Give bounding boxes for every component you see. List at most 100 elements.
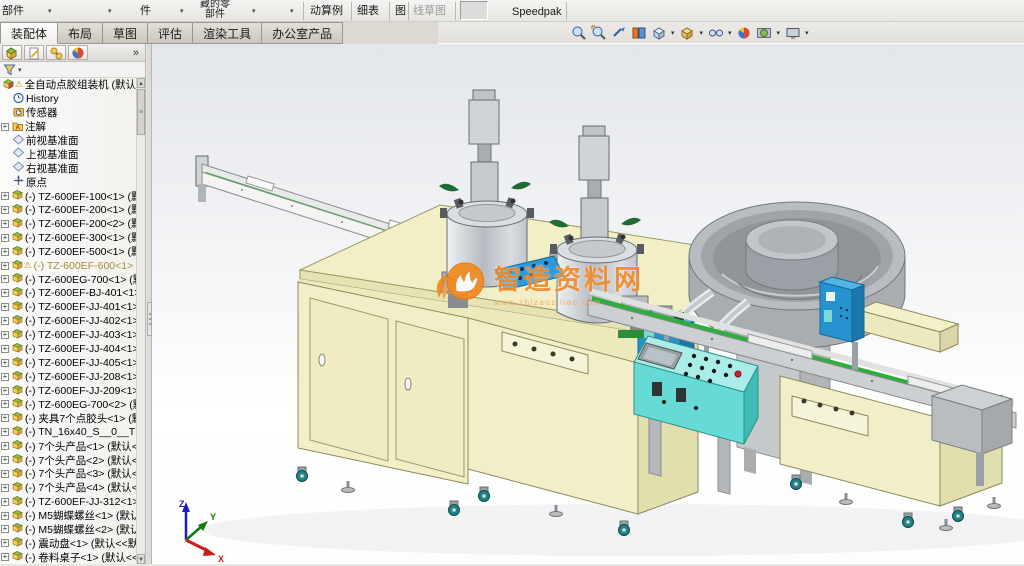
view-settings-icon[interactable] xyxy=(784,25,801,42)
tree-item[interactable]: +(-) TZ-600EF-JJ-402<1> xyxy=(0,314,136,328)
tree-item[interactable]: +(-) TN_16x40_S__0__TN-1 xyxy=(0,425,136,439)
tree-root-item[interactable]: ⚠全自动点胶组装机 (默认< xyxy=(0,78,136,92)
toolbar-button-label[interactable]: 件 xyxy=(140,2,151,18)
graphics-viewport[interactable]: 智造资料网 www.zhizaoziliao.com Z Y X xyxy=(152,44,1024,564)
pressure-tank-1[interactable] xyxy=(439,90,534,287)
tree-item[interactable]: +(-) 7个头产品<2> (默认< xyxy=(0,453,136,467)
expand-icon[interactable]: + xyxy=(1,248,9,256)
expand-icon[interactable]: + xyxy=(1,345,9,353)
apply-scene-caret-icon[interactable]: ▾ xyxy=(777,29,781,37)
previous-view-icon[interactable] xyxy=(610,25,627,42)
tree-item[interactable]: +(-) TZ-600EF-JJ-404<1> xyxy=(0,342,136,356)
tree-item[interactable]: +(-) TZ-600EG-700<1> (默 xyxy=(0,272,136,286)
scroll-thumb[interactable]: ≡ xyxy=(137,89,145,135)
expand-icon[interactable]: + xyxy=(1,123,9,131)
tree-item[interactable]: +(-) TZ-600EF-JJ-208<1> xyxy=(0,370,136,384)
tab-渲染工具[interactable]: 渲染工具 xyxy=(193,22,262,44)
expand-icon[interactable]: + xyxy=(1,373,9,381)
tree-item[interactable]: History xyxy=(0,92,136,106)
toolbar-button-label[interactable]: Speedpak xyxy=(512,6,562,18)
tree-item[interactable]: +(-) 震动盘<1> (默认<<默 xyxy=(0,536,136,550)
toolbar-button-label[interactable]: 部件 xyxy=(2,2,24,18)
manager-tab-configurations[interactable] xyxy=(46,45,66,60)
tree-item[interactable]: +(-) TZ-600EF-500<1> (默 xyxy=(0,245,136,259)
scroll-up-icon[interactable]: ▲ xyxy=(137,78,145,88)
toolbar-dropdown-caret-icon[interactable]: ▾ xyxy=(180,7,184,15)
tree-item[interactable]: +(-) TZ-600EG-700<2> (默 xyxy=(0,397,136,411)
expand-icon[interactable]: + xyxy=(1,359,9,367)
expand-icon[interactable]: + xyxy=(1,428,9,436)
expand-icon[interactable]: + xyxy=(1,442,9,450)
expand-icon[interactable]: + xyxy=(1,456,9,464)
display-style-caret-icon[interactable]: ▾ xyxy=(700,29,704,37)
tree-filter-row[interactable]: ▾ xyxy=(0,62,145,78)
view-orientation-icon[interactable] xyxy=(650,25,667,42)
expand-icon[interactable]: + xyxy=(1,414,9,422)
tree-item[interactable]: +(-) 7个头产品<1> (默认< xyxy=(0,439,136,453)
linear-module-beam[interactable] xyxy=(858,302,958,352)
tree-item[interactable]: +(-) TZ-600EF-300<1> (默 xyxy=(0,231,136,245)
expand-icon[interactable]: + xyxy=(1,525,9,533)
3d-model-canvas[interactable] xyxy=(152,44,1024,564)
tree-item[interactable]: 传感器 xyxy=(0,106,136,120)
tree-item[interactable]: +(-) TZ-600EF-BJ-401<1> xyxy=(0,286,136,300)
toolbar-button-label[interactable]: 动算例 xyxy=(310,2,343,18)
tree-item[interactable]: +(-) 夹具7个点胶头<1> (默 xyxy=(0,411,136,425)
tree-item[interactable]: +⚠(-) TZ-600EF-600<1> xyxy=(0,259,136,273)
expand-icon[interactable]: + xyxy=(1,470,9,478)
filter-icon[interactable] xyxy=(3,63,16,76)
toolbar-button-label[interactable]: 细表 xyxy=(357,2,379,18)
tree-item[interactable]: +(-) TZ-600EF-200<1> (默 xyxy=(0,203,136,217)
tree-item[interactable]: +(-) 7个头产品<3> (默认< xyxy=(0,467,136,481)
tree-item[interactable]: 原点 xyxy=(0,175,136,189)
tree-item[interactable]: 上视基准面 xyxy=(0,147,136,161)
expand-icon[interactable]: + xyxy=(1,512,9,520)
toolbar-dropdown-caret-icon[interactable]: ▾ xyxy=(48,7,52,15)
tab-装配体[interactable]: 装配体 xyxy=(0,22,58,44)
expand-icon[interactable]: + xyxy=(1,275,9,283)
tree-item[interactable]: +(-) TZ-600EF-JJ-312<1> xyxy=(0,495,136,509)
toolbar-dropdown-caret-icon[interactable]: ▾ xyxy=(108,7,112,15)
hide-show-items-icon[interactable] xyxy=(707,25,724,42)
tab-办公室产品[interactable]: 办公室产品 xyxy=(262,22,343,44)
toolbar-button-label[interactable]: 藏的零部件 xyxy=(200,0,230,20)
toolbar-dropdown-caret-icon[interactable]: ▾ xyxy=(290,7,294,15)
expand-icon[interactable]: + xyxy=(1,262,9,270)
view-settings-caret-icon[interactable]: ▾ xyxy=(805,29,809,37)
tree-item[interactable]: 右视基准面 xyxy=(0,161,136,175)
expand-icon[interactable]: + xyxy=(1,289,9,297)
expand-icon[interactable]: + xyxy=(1,553,9,561)
expand-icon[interactable]: + xyxy=(1,400,9,408)
expand-icon[interactable]: + xyxy=(1,206,9,214)
manager-tab-features[interactable] xyxy=(2,45,22,60)
toolbar-pressed-button[interactable] xyxy=(460,1,488,20)
tab-评估[interactable]: 评估 xyxy=(148,22,193,44)
expand-icon[interactable]: + xyxy=(1,192,9,200)
tree-item[interactable]: +(-) TZ-600EF-JJ-403<1> xyxy=(0,328,136,342)
expand-icon[interactable]: + xyxy=(1,234,9,242)
tree-item[interactable]: +(-) M5蝴蝶螺丝<1> (默认 xyxy=(0,509,136,523)
tree-item[interactable]: +(-) TZ-600EF-JJ-209<1> xyxy=(0,384,136,398)
cabinet-left[interactable] xyxy=(298,282,468,484)
tab-布局[interactable]: 布局 xyxy=(58,22,103,44)
apply-scene-icon[interactable] xyxy=(756,25,773,42)
tree-item[interactable]: +(-) 卷料桌子<1> (默认<< xyxy=(0,550,136,564)
tree-item[interactable]: +A注解 xyxy=(0,120,136,134)
display-style-icon[interactable] xyxy=(679,25,696,42)
filter-caret-icon[interactable]: ▾ xyxy=(18,66,22,74)
tab-草图[interactable]: 草图 xyxy=(103,22,148,44)
edit-appearance-icon[interactable] xyxy=(736,25,753,42)
toolbar-dropdown-caret-icon[interactable]: ▾ xyxy=(252,7,256,15)
hide-show-items-caret-icon[interactable]: ▾ xyxy=(728,29,732,37)
expand-icon[interactable]: + xyxy=(1,317,9,325)
tree-item[interactable]: +(-) TZ-600EF-JJ-405<1> xyxy=(0,356,136,370)
zoom-to-fit-icon[interactable] xyxy=(570,25,587,42)
expand-icon[interactable]: + xyxy=(1,498,9,506)
expand-icon[interactable]: + xyxy=(1,484,9,492)
manager-tab-display[interactable] xyxy=(68,45,88,60)
tree-item[interactable]: +(-) 7个头产品<4> (默认< xyxy=(0,481,136,495)
manager-tabs-overflow-icon[interactable]: » xyxy=(133,47,143,59)
section-view-icon[interactable] xyxy=(630,25,647,42)
expand-icon[interactable]: + xyxy=(1,220,9,228)
zoom-to-area-icon[interactable] xyxy=(590,25,607,42)
